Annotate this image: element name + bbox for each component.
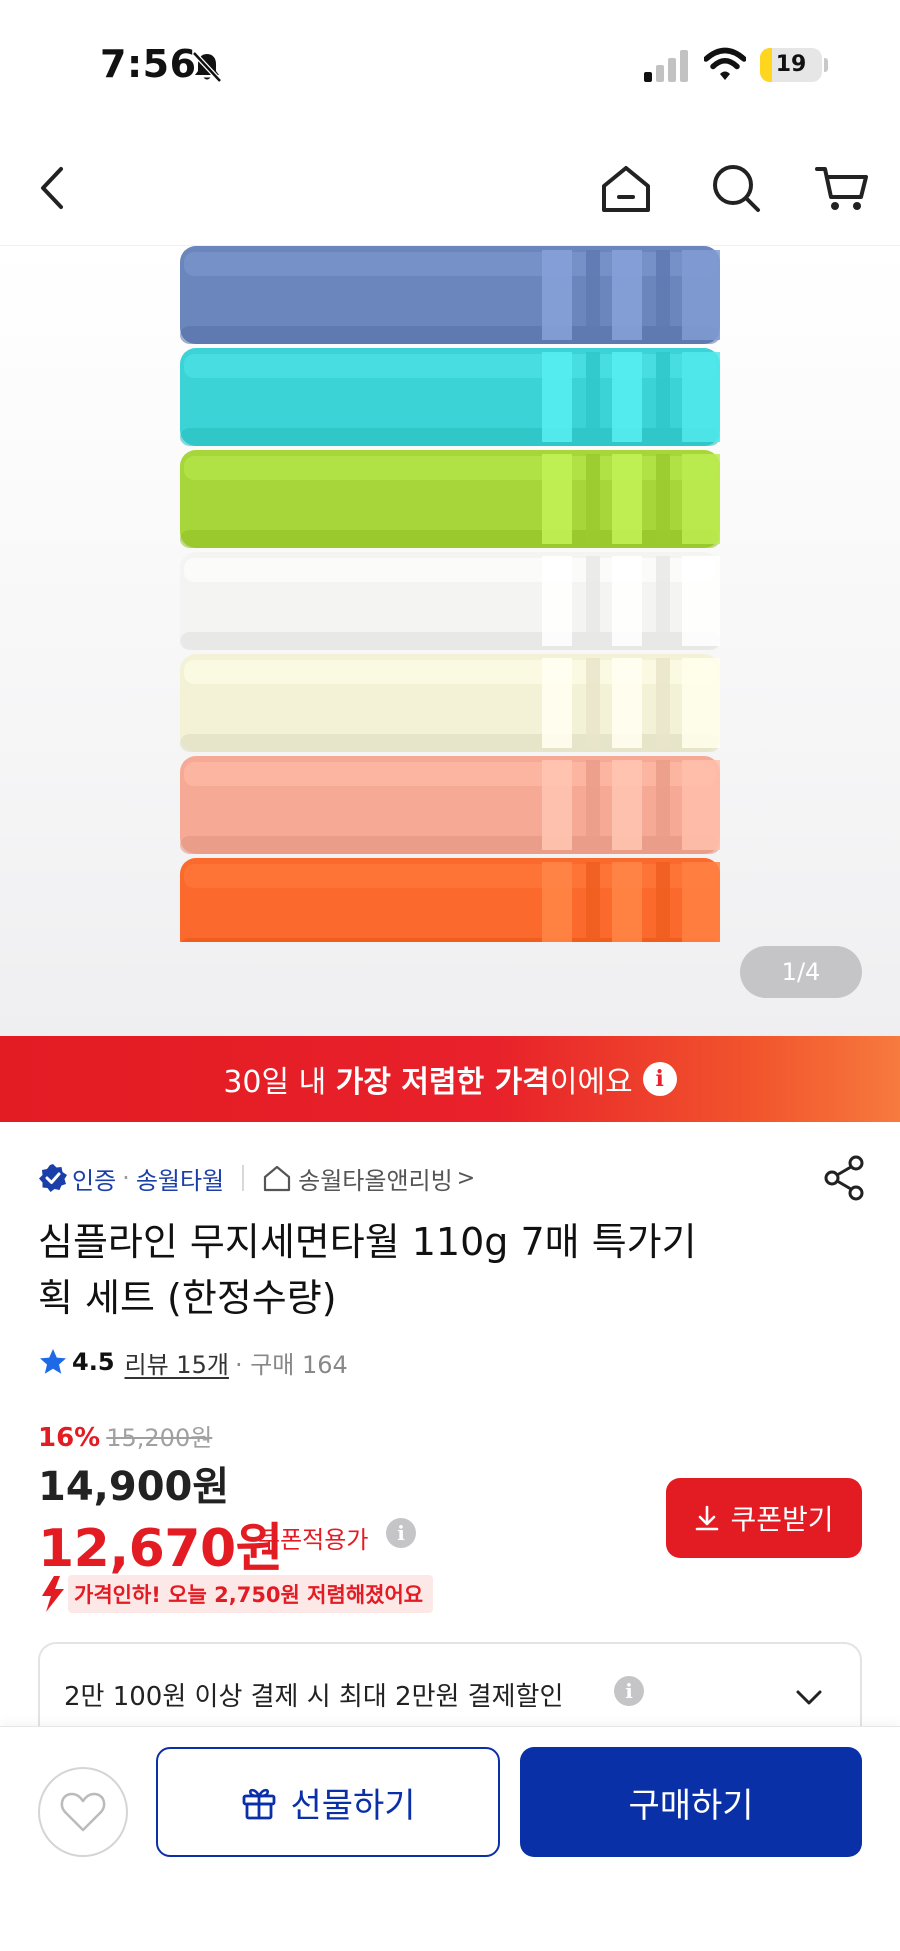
image-counter-current: 1 — [781, 958, 797, 986]
battery-indicator: 19 — [760, 48, 822, 82]
banner-text-strong: 가장 저렴한 가격 — [335, 1065, 550, 1100]
store-home-icon — [264, 1165, 291, 1192]
gift-button[interactable]: 선물하기 — [156, 1747, 500, 1857]
bell-muted-icon — [192, 51, 222, 83]
towel-6 — [180, 756, 720, 854]
product-title-line2: 획 세트 (한정수량) — [38, 1276, 337, 1320]
image-counter-separator: / — [796, 958, 806, 986]
status-bar: 7:56 19 — [0, 0, 900, 130]
product-title-line1: 심플라인 무지세면타월 110g 7매 특가기 — [38, 1220, 697, 1264]
coupon-applied-price: 12,670원 — [38, 1519, 284, 1579]
card-discount-box[interactable]: 2만 100원 이상 결제 시 최대 2만원 결제할인 i — [38, 1642, 862, 1732]
buy-now-label: 구매하기 — [628, 1785, 754, 1826]
price-drop-text: 가격인하! 오늘 2,750원 저렴해졌어요 — [68, 1575, 434, 1613]
banner-text-part3: 이에요 — [549, 1065, 633, 1100]
top-nav-bar — [0, 130, 900, 246]
discount-rate: 16% — [38, 1423, 101, 1453]
battery-tip — [824, 58, 828, 72]
towel-stack-image — [180, 246, 720, 942]
gift-icon — [243, 1788, 276, 1820]
towel-5 — [180, 654, 720, 752]
card-discount-info-icon[interactable]: i — [614, 1676, 644, 1706]
cellular-signal-icon — [644, 50, 688, 82]
review-count-link[interactable]: 리뷰 15개 — [125, 1345, 229, 1380]
chevron-down-icon[interactable] — [792, 1680, 826, 1714]
verified-label: 인증 — [72, 1166, 117, 1195]
star-icon — [40, 1349, 66, 1374]
image-counter-total: 4 — [805, 958, 821, 986]
product-title: 심플라인 무지세면타월 110g 7매 특가기 획 세트 (한정수량) — [38, 1214, 778, 1326]
download-icon — [696, 1505, 719, 1531]
battery-level: 19 — [775, 52, 807, 77]
sale-price: 14,900원 — [38, 1464, 230, 1510]
share-icon[interactable] — [822, 1154, 866, 1202]
original-price: 15,200원 — [106, 1424, 213, 1452]
price-drop-notice: 가격인하! 오늘 2,750원 저렴해졌어요 — [38, 1574, 434, 1614]
cart-icon — [815, 167, 868, 210]
chevron-right-icon: > — [456, 1165, 476, 1191]
seller-row: 인증 · 송월타월 송월타올앤리빙 > — [38, 1156, 868, 1200]
card-discount-text: 2만 100원 이상 결제 시 최대 2만원 결제할인 — [64, 1682, 564, 1712]
buy-now-button[interactable]: 구매하기 — [520, 1747, 862, 1857]
towel-4 — [180, 552, 720, 650]
wishlist-button[interactable] — [38, 1767, 128, 1857]
banner-text-part1: 30일 내 — [223, 1065, 336, 1100]
get-coupon-button[interactable]: 쿠폰받기 — [666, 1478, 862, 1558]
chevron-left-icon — [41, 167, 63, 209]
towel-7 — [180, 858, 720, 942]
info-icon[interactable]: i — [642, 1062, 677, 1096]
vertical-divider — [242, 1165, 245, 1191]
purchase-count: · 구매 164 — [234, 1350, 348, 1379]
coupon-applied-label: 쿠폰적용가 — [258, 1526, 369, 1554]
discount-row: 16% 15,200원 — [38, 1418, 212, 1453]
gift-button-label: 선물하기 — [290, 1785, 416, 1826]
back-button[interactable] — [18, 152, 90, 224]
dot-separator: · — [122, 1164, 130, 1192]
get-coupon-label: 쿠폰받기 — [730, 1503, 834, 1536]
seller-name-link[interactable]: 송월타월 — [136, 1161, 224, 1196]
towel-2 — [180, 348, 720, 446]
towel-3 — [180, 450, 720, 548]
product-image-gallery[interactable]: 1/4 — [0, 246, 900, 1036]
wifi-icon — [704, 47, 746, 80]
rating-value: 4.5 — [72, 1348, 115, 1376]
home-icon — [602, 166, 650, 212]
bottom-action-bar: 선물하기 구매하기 — [0, 1726, 900, 1951]
image-counter: 1/4 — [740, 946, 862, 998]
rating-row: 4.5 리뷰 15개 · 구매 164 — [38, 1342, 348, 1382]
lowest-price-banner[interactable]: 30일 내 가장 저렴한 가격 이에요 i — [0, 1036, 900, 1122]
coupon-info-icon[interactable]: i — [386, 1518, 416, 1548]
cart-button[interactable] — [806, 152, 878, 224]
heart-icon — [60, 1792, 106, 1832]
store-link[interactable]: 송월타올앤리빙 — [298, 1161, 453, 1196]
verified-badge-icon — [39, 1164, 67, 1192]
search-button[interactable] — [700, 152, 772, 224]
home-button[interactable] — [590, 152, 662, 224]
price-drop-arrow-icon — [42, 1576, 64, 1612]
status-time: 7:56 — [100, 42, 197, 86]
towel-1 — [180, 246, 720, 344]
search-icon — [713, 165, 760, 212]
